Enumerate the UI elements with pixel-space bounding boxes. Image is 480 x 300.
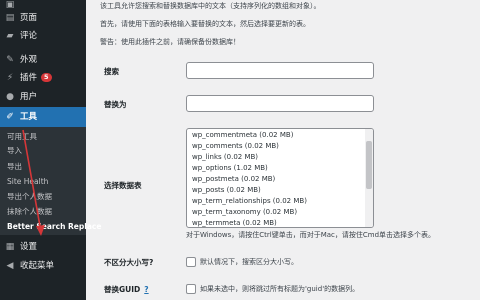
submenu-available-tools[interactable]: 可用工具	[7, 131, 37, 143]
submenu-export-personal-data[interactable]: 导出个人数据	[7, 191, 52, 203]
sidebar-item-users[interactable]: ● 用户	[0, 88, 86, 106]
replace-guid-description: 如果未选中，则将跳过所有标题为'guid'的数据列。	[200, 285, 360, 293]
replace-guid-label-text: 替换GUID	[104, 285, 141, 294]
sidebar-item-tools[interactable]: ✐ 工具	[0, 107, 86, 127]
brush-icon: ✎	[6, 55, 14, 65]
plugin-update-badge: 5	[41, 73, 52, 82]
replace-guid-label: 替换GUID?	[104, 284, 149, 295]
sidebar-item-settings[interactable]: ▦ 设置	[0, 238, 86, 256]
search-input[interactable]	[186, 62, 374, 79]
tables-label: 选择数据表	[104, 181, 142, 190]
warning-text: 警告：使用此插件之前，请确保备份数据库！	[100, 38, 240, 46]
replace-guid-checkbox[interactable]	[186, 284, 196, 294]
table-option[interactable]: wp_term_taxonomy (0.02 MB)	[192, 208, 297, 216]
settings-icon: ▦	[5, 242, 15, 252]
user-icon: ●	[6, 92, 14, 102]
comment-icon: ▰	[6, 31, 14, 41]
table-option[interactable]: wp_comments (0.02 MB)	[192, 142, 279, 150]
sidebar-item-comments[interactable]: ▰ 评论	[0, 27, 86, 45]
case-insensitive-label: 不区分大小写?	[104, 258, 154, 267]
case-insensitive-description: 默认情况下，搜索区分大小写。	[200, 258, 298, 266]
main-content: 该工具允许您搜索和替换数据库中的文本（支持序列化的数组和对象）。 首先，请使用下…	[86, 0, 480, 300]
intro-text: 该工具允许您搜索和替换数据库中的文本（支持序列化的数组和对象）。	[100, 2, 321, 10]
scrollbar-thumb[interactable]	[366, 141, 372, 189]
plugin-icon: ⚡	[6, 73, 14, 83]
sidebar-item-appearance[interactable]: ✎ 外观	[0, 51, 86, 69]
submenu-export[interactable]: 导出	[7, 161, 22, 173]
replace-label: 替换为	[104, 100, 127, 109]
instruction-text: 首先，请使用下面的表格输入要替换的文本，然后选择要更新的表。	[100, 20, 310, 28]
table-option[interactable]: wp_commentmeta (0.02 MB)	[192, 131, 293, 139]
sidebar-collapse-menu[interactable]: ◀ 收起菜单	[0, 257, 86, 275]
submenu-erase-personal-data[interactable]: 抹除个人数据	[7, 206, 52, 218]
tools-submenu: 可用工具 导入 导出 Site Health 导出个人数据 抹除个人数据 Bet…	[0, 127, 101, 235]
sidebar-item-plugins-label: 插件	[20, 73, 38, 83]
collapse-icon: ◀	[6, 261, 14, 271]
admin-sidebar: ▣ ▤ 页面 ▰ 评论 ✎ 外观 ⚡ 插件 5 ● 用户 ✐ 工具 可用工具 导入…	[0, 0, 101, 300]
submenu-site-health[interactable]: Site Health	[7, 176, 48, 188]
page-icon: ▤	[5, 13, 15, 23]
submenu-import[interactable]: 导入	[7, 145, 22, 157]
case-insensitive-checkbox[interactable]	[186, 257, 196, 267]
tables-hint: 对于Windows，请按住Ctrl键单击，而对于Mac，请按住Cmd单击选择多个…	[186, 231, 436, 239]
sidebar-item-pages[interactable]: ▤ 页面	[0, 9, 86, 27]
table-option[interactable]: wp_termmeta (0.02 MB)	[192, 219, 277, 227]
table-option[interactable]: wp_options (1.02 MB)	[192, 164, 268, 172]
table-option[interactable]: wp_term_relationships (0.02 MB)	[192, 197, 307, 205]
search-label: 搜索	[104, 67, 119, 76]
guid-help-link[interactable]: ?	[144, 285, 148, 294]
table-option[interactable]: wp_postmeta (0.02 MB)	[192, 175, 275, 183]
tables-select[interactable]: wp_commentmeta (0.02 MB) wp_comments (0.…	[186, 128, 374, 228]
table-option[interactable]: wp_links (0.02 MB)	[192, 153, 258, 161]
sidebar-item-plugins[interactable]: ⚡ 插件 5	[0, 69, 86, 87]
replace-input[interactable]	[186, 95, 374, 112]
tables-scrollbar[interactable]	[365, 129, 373, 227]
table-option[interactable]: wp_posts (0.02 MB)	[192, 186, 261, 194]
wrench-icon: ✐	[6, 112, 14, 122]
